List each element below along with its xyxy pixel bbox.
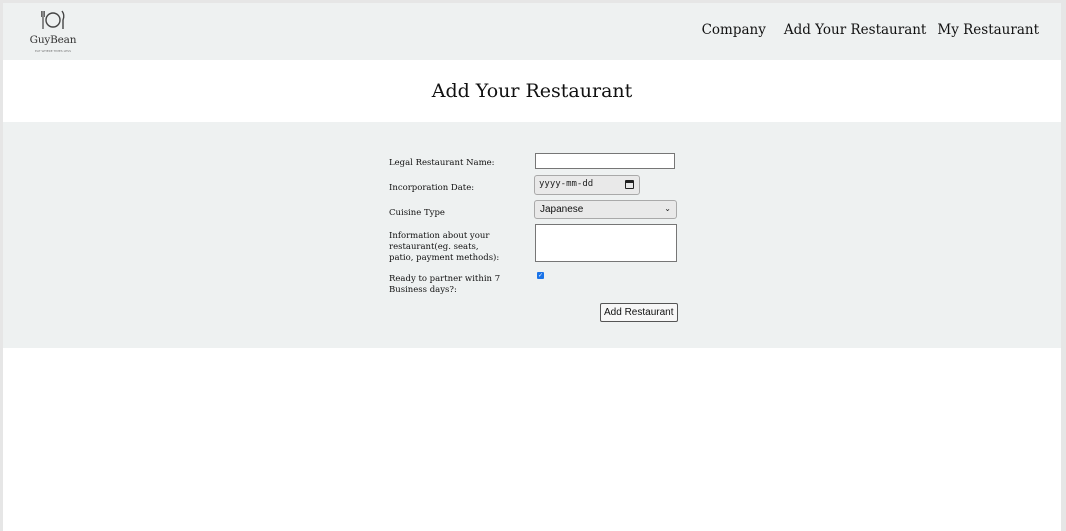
incorporation-date-input[interactable]: yyyy-mm-dd	[534, 175, 640, 195]
brand-tagline: EAT WHERE TIMES LESS	[35, 49, 71, 53]
nav-my-restaurant[interactable]: My Restaurant	[937, 22, 1039, 38]
nav-add-your-restaurant[interactable]: Add Your Restaurant	[784, 22, 927, 38]
info-textarea[interactable]	[535, 224, 677, 262]
ready-checkbox[interactable]: ✓	[537, 272, 544, 279]
brand-name: GuyBean	[29, 34, 77, 46]
main-nav: Company Add Your Restaurant My Restauran…	[702, 22, 1039, 38]
legal-name-input[interactable]	[535, 153, 675, 169]
incorporation-date-label: Incorporation Date:	[389, 183, 475, 193]
ready-label: Ready to partner within 7 Business days?…	[389, 274, 501, 295]
cuisine-select[interactable]: Japanese ⌄	[534, 200, 677, 219]
title-band: Add Your Restaurant	[3, 60, 1061, 122]
cuisine-label: Cuisine Type	[389, 208, 445, 218]
add-restaurant-button[interactable]: Add Restaurant	[600, 303, 678, 322]
chevron-down-icon: ⌄	[664, 204, 671, 213]
nav-company[interactable]: Company	[702, 22, 766, 38]
top-navbar: GuyBean EAT WHERE TIMES LESS Company Add…	[3, 3, 1061, 60]
page-title: Add Your Restaurant	[431, 80, 633, 102]
plate-cutlery-icon	[41, 10, 65, 29]
date-placeholder: yyyy-mm-dd	[539, 179, 594, 189]
page: GuyBean EAT WHERE TIMES LESS Company Add…	[3, 3, 1061, 531]
logo[interactable]: GuyBean EAT WHERE TIMES LESS	[28, 9, 78, 55]
legal-name-label: Legal Restaurant Name:	[389, 158, 495, 168]
cuisine-selected-value: Japanese	[540, 204, 584, 215]
info-label: Information about your restaurant(eg. se…	[389, 231, 500, 263]
calendar-icon[interactable]	[625, 180, 634, 189]
restaurant-form: Legal Restaurant Name: Incorporation Dat…	[3, 122, 1061, 348]
